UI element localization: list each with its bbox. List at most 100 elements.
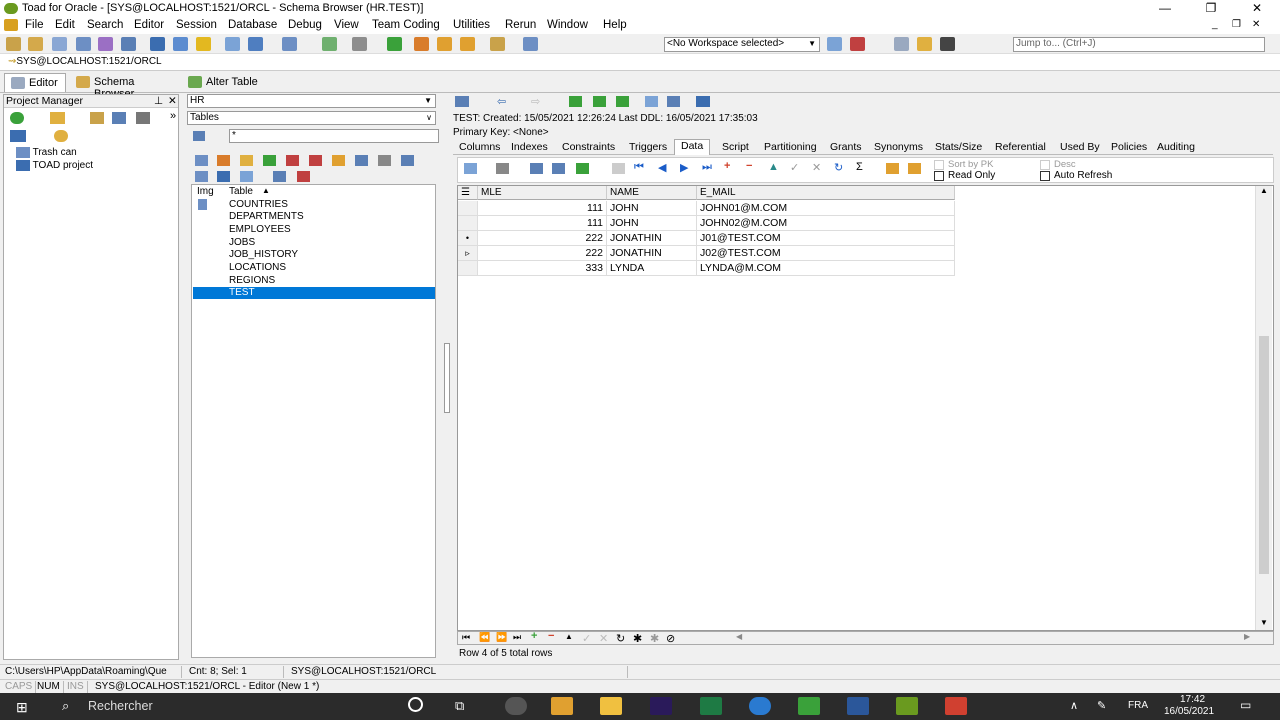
sort-by-pk-checkbox[interactable] xyxy=(934,160,944,170)
schema-browser-icon[interactable] xyxy=(28,37,43,51)
column-header-mle[interactable]: MLE xyxy=(478,186,607,200)
menu-rerun[interactable]: Rerun xyxy=(505,19,536,31)
monitor-icon[interactable] xyxy=(173,37,188,51)
nav-last-icon[interactable]: ⏭ xyxy=(513,632,521,643)
open-folder-icon[interactable] xyxy=(50,112,65,124)
refresh-data-icon[interactable]: ↻ xyxy=(834,161,843,174)
tab-auditing[interactable]: Auditing xyxy=(1157,141,1195,153)
tab-grants[interactable]: Grants xyxy=(830,141,862,153)
tab-script[interactable]: Script xyxy=(722,141,749,153)
more-icon[interactable]: » xyxy=(170,110,176,122)
cancel-edit-icon[interactable]: ✕ xyxy=(812,161,821,174)
scroll-thumb[interactable] xyxy=(1259,336,1269,574)
filter-icon[interactable] xyxy=(645,96,658,107)
after-effects-icon[interactable] xyxy=(650,697,672,715)
taskbar-search-icon[interactable]: ⌕ xyxy=(62,698,69,714)
nav-refresh-icon[interactable]: ↻ xyxy=(616,632,625,645)
word-icon[interactable] xyxy=(847,697,869,715)
column-img-header[interactable]: Img xyxy=(197,186,214,197)
cell-name[interactable]: LYNDA xyxy=(607,261,697,276)
session-icon[interactable] xyxy=(76,37,91,51)
table-item-employees[interactable]: EMPLOYEES xyxy=(229,224,435,236)
mdi-close-button[interactable]: ✕ xyxy=(1252,19,1260,30)
cell-mle[interactable]: 222 xyxy=(478,231,607,246)
last-record-icon[interactable]: ⏭ xyxy=(702,161,712,174)
menu-view[interactable]: View xyxy=(334,19,359,31)
table-item-jobs[interactable]: JOBS xyxy=(229,237,435,249)
tool-icon-9[interactable] xyxy=(378,155,391,166)
nav-clear-icon[interactable]: ⊘ xyxy=(666,632,675,645)
layout-icon[interactable] xyxy=(696,96,710,107)
table-row[interactable]: 333 LYNDA LYNDA@M.COM xyxy=(458,261,955,276)
refresh-green-icon[interactable] xyxy=(569,96,582,107)
hscroll-right-icon[interactable]: ▶ xyxy=(1244,632,1250,641)
grid-tool-icon-1[interactable] xyxy=(886,163,899,174)
menu-file[interactable]: File xyxy=(25,19,44,31)
view-tab-icon[interactable] xyxy=(10,130,26,142)
new-editor-icon[interactable] xyxy=(6,37,21,51)
window-icon[interactable] xyxy=(150,37,165,51)
clock-date[interactable]: 16/05/2021 xyxy=(1164,706,1214,717)
column-header-email[interactable]: E_MAIL xyxy=(697,186,955,200)
tool-icon-12[interactable] xyxy=(217,171,230,182)
menu-help[interactable]: Help xyxy=(603,19,627,31)
nav-cancel-icon[interactable]: ✕ xyxy=(599,632,608,645)
chrome-icon[interactable] xyxy=(505,697,527,715)
tool-icon-13[interactable] xyxy=(273,171,286,182)
add-icon[interactable] xyxy=(10,112,24,124)
table-row[interactable]: 111 JOHN JOHN02@M.COM xyxy=(458,216,955,231)
tab-columns[interactable]: Columns xyxy=(459,141,500,153)
grid-clear-icon[interactable] xyxy=(612,163,625,174)
table-item-regions[interactable]: REGIONS xyxy=(229,275,435,287)
column-header-name[interactable]: NAME xyxy=(607,186,697,200)
cell-mle[interactable]: 111 xyxy=(478,201,607,216)
camtasia-recorder-icon[interactable] xyxy=(945,697,967,715)
tool-icon-14[interactable] xyxy=(297,171,310,182)
menu-editor[interactable]: Editor xyxy=(134,19,164,31)
nav-first-icon[interactable]: ⏮ xyxy=(462,632,470,643)
db-tab-icon[interactable] xyxy=(54,130,68,142)
scroll-up-icon[interactable]: ▲ xyxy=(1260,186,1268,195)
tab-schema-browser[interactable]: Schema Browser xyxy=(70,73,180,100)
table-item-test[interactable]: TEST xyxy=(193,287,435,299)
pen-icon[interactable]: ✎ xyxy=(1097,699,1106,712)
new-item-icon[interactable] xyxy=(90,112,104,124)
grid-export-icon[interactable] xyxy=(576,163,589,174)
table-item-departments[interactable]: DEPARTMENTS xyxy=(229,211,435,223)
mdi-restore-button[interactable]: ❐ xyxy=(1232,19,1241,30)
nav-goto-icon[interactable]: ✱ xyxy=(650,632,659,645)
scroll-down-icon[interactable]: ▼ xyxy=(1260,618,1268,627)
tray-chevron-icon[interactable]: ∧ xyxy=(1070,699,1078,712)
help-icon[interactable] xyxy=(460,37,475,51)
table-row[interactable]: 111 JOHN JOHN01@M.COM xyxy=(458,201,955,216)
grid-icon[interactable] xyxy=(121,37,136,51)
tool-icon-6[interactable] xyxy=(309,155,322,166)
tool-icon-4[interactable] xyxy=(263,155,276,166)
refresh-icon[interactable] xyxy=(322,37,337,51)
menu-team-coding[interactable]: Team Coding xyxy=(372,19,440,31)
media-player-icon[interactable] xyxy=(551,697,573,715)
nav-prev-page-icon[interactable]: ⏪ xyxy=(479,632,490,643)
grid-sort-icon[interactable] xyxy=(496,163,509,174)
menu-debug[interactable]: Debug xyxy=(288,19,322,31)
grid-tool-icon-2[interactable] xyxy=(908,163,921,174)
cell-email[interactable]: JOHN02@M.COM xyxy=(697,216,955,231)
tab-data[interactable]: Data xyxy=(674,139,711,155)
delete-record-icon[interactable]: − xyxy=(746,160,752,172)
debug-icon[interactable] xyxy=(523,37,538,51)
menu-utilities[interactable]: Utilities xyxy=(453,19,490,31)
app-menu-icon[interactable] xyxy=(4,19,18,31)
tab-stats-size[interactable]: Stats/Size xyxy=(935,141,982,153)
windows-start-icon[interactable]: ⊞ xyxy=(16,699,28,716)
camtasia-icon[interactable] xyxy=(798,697,820,715)
menu-database[interactable]: Database xyxy=(228,19,277,31)
detail-tool-icon-1[interactable] xyxy=(455,96,469,107)
cell-mle[interactable]: 333 xyxy=(478,261,607,276)
cell-email[interactable]: LYNDA@M.COM xyxy=(697,261,955,276)
save-icon[interactable] xyxy=(112,112,126,124)
run-icon[interactable] xyxy=(387,37,402,51)
grid-form-icon[interactable] xyxy=(552,163,565,174)
auto-refresh-checkbox[interactable] xyxy=(1040,171,1050,181)
toad-taskbar-icon[interactable] xyxy=(896,697,918,715)
grid-view-icon[interactable] xyxy=(530,163,543,174)
